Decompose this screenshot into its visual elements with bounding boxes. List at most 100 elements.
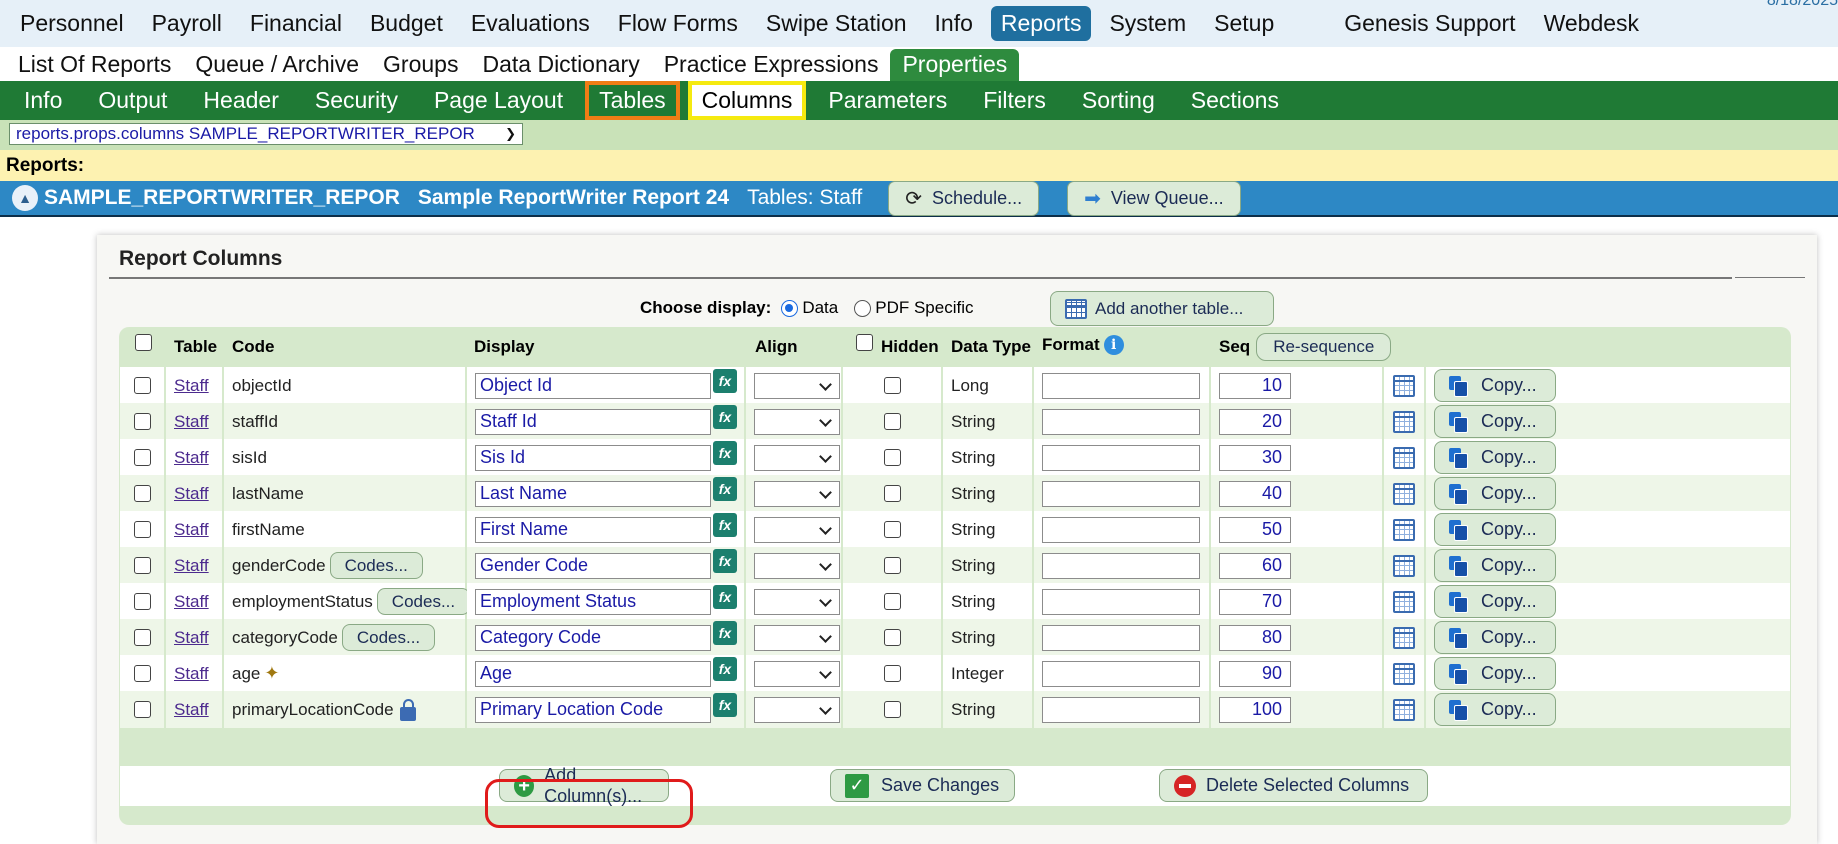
- table-link[interactable]: Staff: [174, 592, 209, 612]
- seq-input[interactable]: 60: [1219, 552, 1291, 579]
- top-nav-system[interactable]: System: [1099, 6, 1196, 41]
- view-queue-button[interactable]: ➡ View Queue...: [1067, 180, 1241, 216]
- table-link[interactable]: Staff: [174, 556, 209, 576]
- select-all-checkbox[interactable]: [135, 334, 152, 351]
- sub-nav-list-of-reports[interactable]: List Of Reports: [6, 49, 183, 81]
- calendar-grid-icon[interactable]: [1393, 662, 1415, 685]
- format-input[interactable]: [1042, 588, 1200, 615]
- calendar-grid-icon[interactable]: [1393, 482, 1415, 505]
- sub-nav-data-dictionary[interactable]: Data Dictionary: [470, 49, 651, 81]
- tab-sorting[interactable]: Sorting: [1068, 81, 1169, 120]
- top-nav-personnel[interactable]: Personnel: [10, 6, 134, 41]
- wand-icon[interactable]: ✦: [264, 663, 279, 684]
- seq-input[interactable]: 90: [1219, 660, 1291, 687]
- align-select[interactable]: [754, 624, 840, 651]
- fx-icon[interactable]: fx: [713, 621, 737, 645]
- format-input[interactable]: [1042, 624, 1200, 651]
- calendar-grid-icon[interactable]: [1393, 446, 1415, 469]
- top-nav-payroll[interactable]: Payroll: [142, 6, 232, 41]
- table-link[interactable]: Staff: [174, 376, 209, 396]
- top-nav-flow-forms[interactable]: Flow Forms: [608, 6, 748, 41]
- seq-input[interactable]: 30: [1219, 444, 1291, 471]
- seq-input[interactable]: 80: [1219, 624, 1291, 651]
- calendar-grid-icon[interactable]: [1393, 554, 1415, 577]
- display-input[interactable]: Gender Code: [475, 552, 711, 579]
- display-input[interactable]: Staff Id: [475, 408, 711, 435]
- format-input[interactable]: [1042, 516, 1200, 543]
- hidden-checkbox[interactable]: [883, 449, 901, 466]
- copy-button[interactable]: Copy...: [1434, 585, 1556, 618]
- tab-tables[interactable]: Tables: [585, 81, 680, 120]
- table-link[interactable]: Staff: [174, 448, 209, 468]
- top-nav-budget[interactable]: Budget: [360, 6, 453, 41]
- format-input[interactable]: [1042, 408, 1200, 435]
- row-select-checkbox[interactable]: [133, 449, 151, 466]
- row-select-checkbox[interactable]: [133, 557, 151, 574]
- hidden-checkbox[interactable]: [883, 485, 901, 502]
- fx-icon[interactable]: fx: [713, 477, 737, 501]
- fx-icon[interactable]: fx: [713, 405, 737, 429]
- top-nav-reports[interactable]: Reports: [990, 6, 1092, 41]
- align-select[interactable]: [754, 372, 840, 399]
- row-select-checkbox[interactable]: [133, 521, 151, 538]
- row-select-checkbox[interactable]: [133, 377, 151, 394]
- align-select[interactable]: [754, 408, 840, 435]
- format-input[interactable]: [1042, 480, 1200, 507]
- copy-button[interactable]: Copy...: [1434, 369, 1556, 402]
- align-select[interactable]: [754, 444, 840, 471]
- top-nav-genesis-support[interactable]: Genesis Support: [1334, 6, 1525, 41]
- row-select-checkbox[interactable]: [133, 485, 151, 502]
- format-input[interactable]: [1042, 696, 1200, 723]
- seq-input[interactable]: 10: [1219, 372, 1291, 399]
- calendar-grid-icon[interactable]: [1393, 518, 1415, 541]
- seq-input[interactable]: 70: [1219, 588, 1291, 615]
- top-nav-webdesk[interactable]: Webdesk: [1534, 6, 1649, 41]
- copy-button[interactable]: Copy...: [1434, 513, 1556, 546]
- top-nav-evaluations[interactable]: Evaluations: [461, 6, 600, 41]
- display-input[interactable]: First Name: [475, 516, 711, 543]
- calendar-grid-icon[interactable]: [1393, 626, 1415, 649]
- hidden-all-checkbox[interactable]: [856, 334, 873, 351]
- row-select-checkbox[interactable]: [133, 593, 151, 610]
- calendar-grid-icon[interactable]: [1393, 698, 1415, 721]
- display-input[interactable]: Last Name: [475, 480, 711, 507]
- align-select[interactable]: [754, 696, 840, 723]
- align-select[interactable]: [754, 516, 840, 543]
- radio-pdf-specific[interactable]: [854, 299, 872, 317]
- fx-icon[interactable]: fx: [713, 693, 737, 717]
- display-input[interactable]: Employment Status: [475, 588, 711, 615]
- top-nav-financial[interactable]: Financial: [240, 6, 352, 41]
- copy-button[interactable]: Copy...: [1434, 549, 1556, 582]
- sub-nav-practice-expressions[interactable]: Practice Expressions: [652, 49, 891, 81]
- tab-header[interactable]: Header: [189, 81, 292, 120]
- table-link[interactable]: Staff: [174, 520, 209, 540]
- fx-icon[interactable]: fx: [713, 513, 737, 537]
- copy-button[interactable]: Copy...: [1434, 693, 1556, 726]
- schedule-button[interactable]: ⟳ Schedule...: [888, 180, 1040, 216]
- format-input[interactable]: [1042, 372, 1200, 399]
- hidden-checkbox[interactable]: [883, 521, 901, 538]
- hidden-checkbox[interactable]: [883, 665, 901, 682]
- tab-output[interactable]: Output: [84, 81, 181, 120]
- tab-info[interactable]: Info: [10, 81, 76, 120]
- add-another-table-button[interactable]: Add another table...: [1050, 291, 1274, 326]
- display-input[interactable]: Primary Location Code: [475, 696, 711, 723]
- seq-input[interactable]: 20: [1219, 408, 1291, 435]
- top-nav-swipe-station[interactable]: Swipe Station: [756, 6, 917, 41]
- align-select[interactable]: [754, 588, 840, 615]
- fx-icon[interactable]: fx: [713, 657, 737, 681]
- format-input[interactable]: [1042, 444, 1200, 471]
- table-link[interactable]: Staff: [174, 484, 209, 504]
- copy-button[interactable]: Copy...: [1434, 405, 1556, 438]
- table-link[interactable]: Staff: [174, 628, 209, 648]
- fx-icon[interactable]: fx: [713, 585, 737, 609]
- delete-selected-columns-button[interactable]: Delete Selected Columns: [1159, 769, 1428, 802]
- display-input[interactable]: Sis Id: [475, 444, 711, 471]
- copy-button[interactable]: Copy...: [1434, 621, 1556, 654]
- top-nav-info[interactable]: Info: [925, 6, 983, 41]
- fx-icon[interactable]: fx: [713, 441, 737, 465]
- row-select-checkbox[interactable]: [133, 413, 151, 430]
- format-input[interactable]: [1042, 552, 1200, 579]
- row-select-checkbox[interactable]: [133, 701, 151, 718]
- align-select[interactable]: [754, 660, 840, 687]
